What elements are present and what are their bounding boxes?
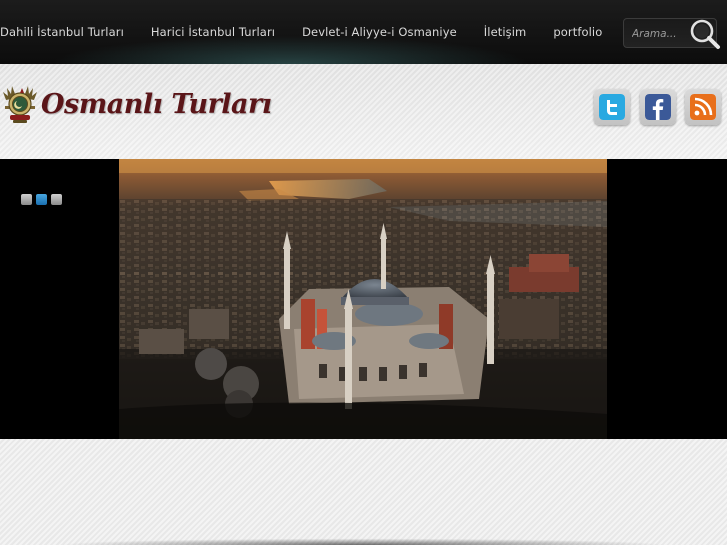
nav-item-iletisim[interactable]: İletişim [484, 25, 527, 39]
main-menu: Dahili İstanbul Turları Harici İstanbul … [0, 0, 629, 64]
twitter-button[interactable] [594, 89, 630, 125]
footer-shadow [0, 535, 727, 545]
search-input[interactable] [630, 25, 690, 43]
rss-button[interactable] [685, 89, 721, 125]
facebook-button[interactable] [640, 89, 676, 125]
site-logo-text: Osmanlı Turları [41, 88, 272, 120]
nav-item-devlet-i-aliyye-i-osmaniye[interactable]: Devlet-i Aliyye-i Osmaniye [302, 25, 457, 39]
content-area [0, 439, 727, 545]
slider-pagination [21, 194, 62, 205]
rss-icon [690, 94, 716, 120]
top-navigation-bar: Dahili İstanbul Turları Harici İstanbul … [0, 0, 727, 64]
ottoman-coat-of-arms-icon [3, 86, 37, 123]
search-icon[interactable] [687, 17, 723, 53]
nav-item-harici-istanbul-turlari[interactable]: Harici İstanbul Turları [151, 25, 275, 39]
facebook-icon [645, 94, 671, 120]
slider-dot-1[interactable] [21, 194, 32, 205]
twitter-icon [599, 94, 625, 120]
nav-item-portfolio[interactable]: portfolio [553, 25, 602, 39]
slider-dot-3[interactable] [51, 194, 62, 205]
slider-image-hagia-sophia[interactable] [119, 159, 607, 439]
nav-item-dahili-istanbul-turlari[interactable]: Dahili İstanbul Turları [0, 25, 124, 39]
site-logo[interactable]: Osmanlı Turları [2, 84, 272, 124]
slider-dot-2[interactable] [36, 194, 47, 205]
